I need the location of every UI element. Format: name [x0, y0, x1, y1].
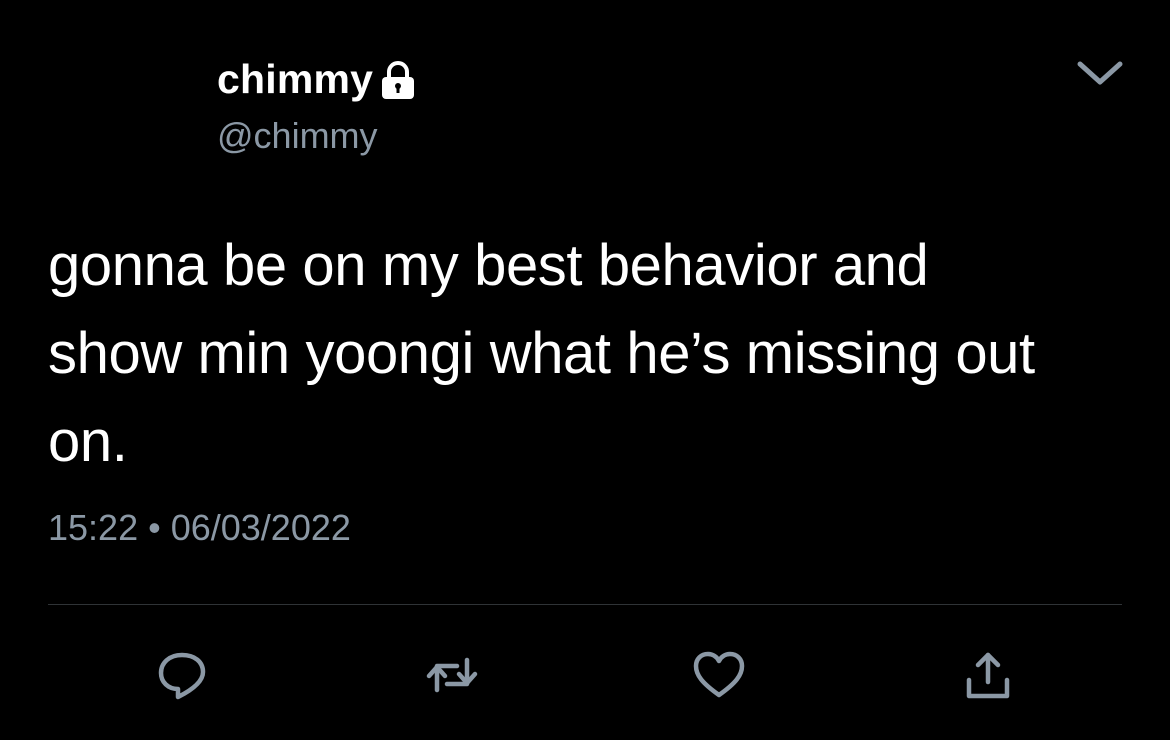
user-handle[interactable]: @chimmy: [217, 114, 418, 158]
reply-icon: [158, 652, 206, 700]
tweet-text: gonna be on my best behavior and show mi…: [48, 233, 1035, 474]
tweet-date: 06/03/2022: [170, 507, 351, 548]
action-bar: [0, 640, 1170, 710]
retweet-icon: [426, 657, 478, 693]
avatar[interactable]: [48, 56, 172, 180]
tweet-time: 15:22: [48, 507, 139, 548]
like-button[interactable]: [684, 640, 754, 710]
author-block: chimmy @chimmy: [217, 54, 418, 158]
display-name[interactable]: chimmy: [217, 54, 373, 104]
display-name-row: chimmy: [217, 54, 418, 104]
meta-separator: •: [148, 507, 161, 548]
share-icon: [966, 652, 1010, 699]
lock-icon: [378, 61, 418, 101]
heart-icon: [693, 651, 745, 698]
share-button[interactable]: [953, 640, 1023, 710]
chevron-down-icon[interactable]: [1074, 52, 1126, 92]
tweet-card: chimmy @chimmy gonna be on my best behav…: [0, 0, 1170, 740]
retweet-button[interactable]: [417, 640, 487, 710]
divider: [48, 604, 1122, 605]
reply-button[interactable]: [147, 640, 217, 710]
tweet-timestamp[interactable]: 15:22 • 06/03/2022: [48, 506, 351, 550]
